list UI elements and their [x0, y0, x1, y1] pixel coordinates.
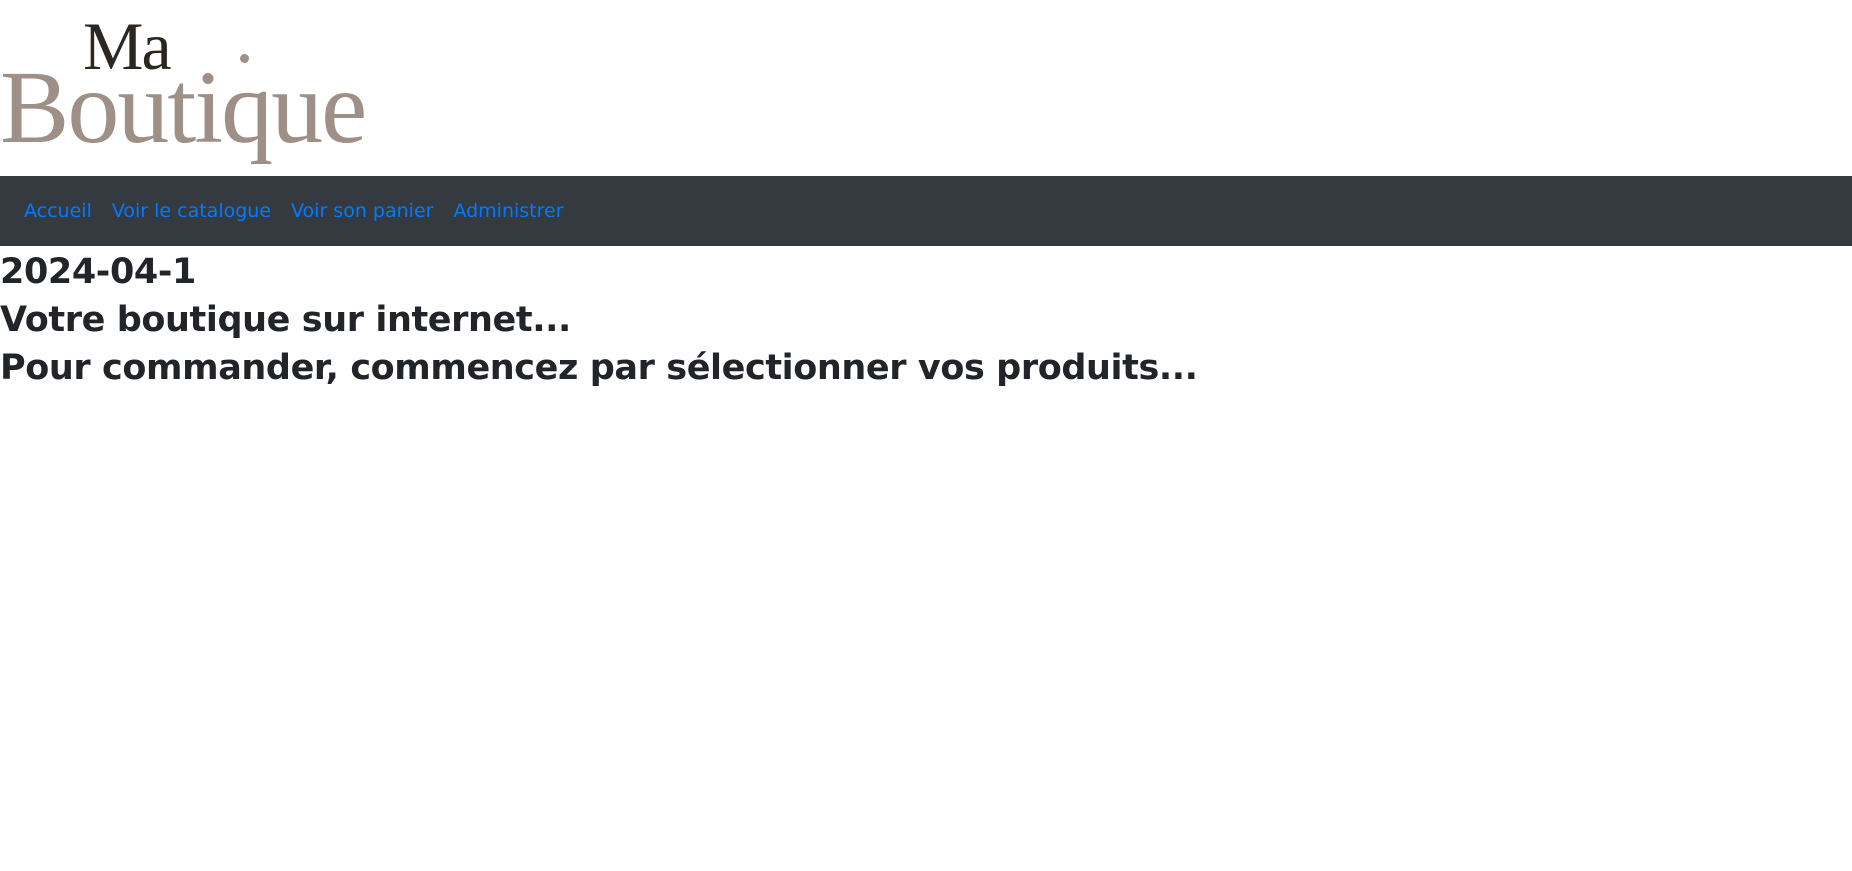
nav-link-catalogue[interactable]: Voir le catalogue: [112, 200, 271, 222]
site-header: Ma Boutique: [0, 0, 1852, 176]
nav-link-panier[interactable]: Voir son panier: [291, 200, 433, 222]
nav-link-accueil[interactable]: Accueil: [24, 200, 92, 222]
logo-text-boutique: Boutique: [0, 50, 367, 165]
page-date: 2024-04-1: [0, 252, 196, 292]
page-tagline: Votre boutique sur internet...: [0, 300, 571, 340]
main-content: 2024-04-1 Votre boutique sur internet...…: [0, 248, 1852, 392]
page-instruction: Pour commander, commencez par sélectionn…: [0, 348, 1198, 388]
site-logo: Ma Boutique: [0, 0, 440, 170]
nav-link-administrer[interactable]: Administrer: [453, 200, 563, 222]
main-navbar: Accueil Voir le catalogue Voir son panie…: [0, 176, 1852, 246]
